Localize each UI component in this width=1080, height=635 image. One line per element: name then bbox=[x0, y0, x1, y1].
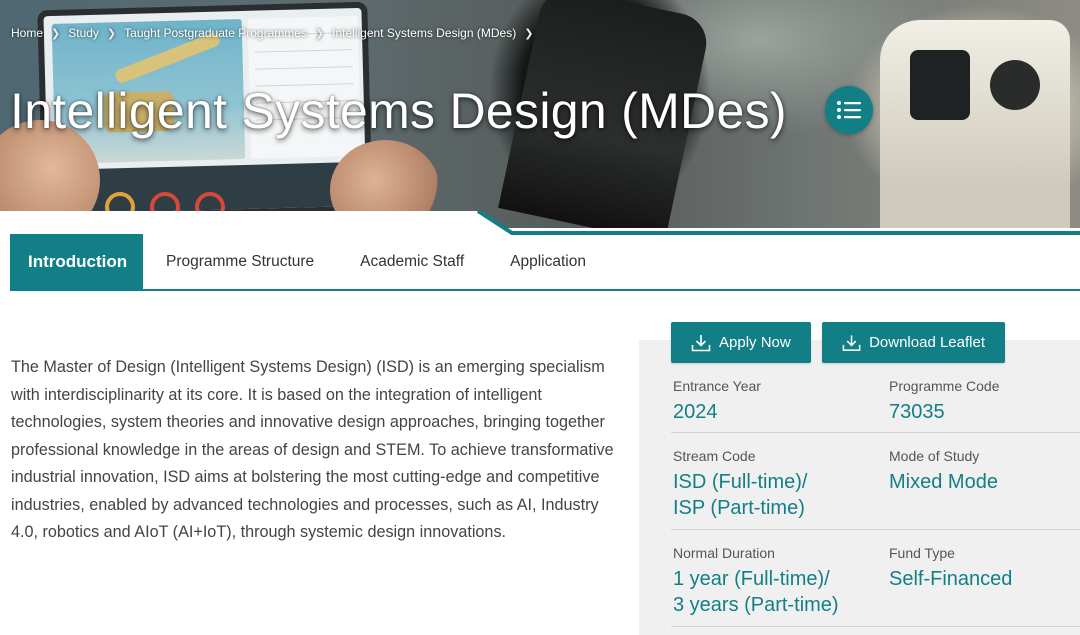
normal-duration: Normal Duration 1 year (Full-time)/ 3 ye… bbox=[673, 544, 839, 618]
stream-code-value-line2: ISP (Part-time) bbox=[673, 497, 805, 519]
breadcrumb-home[interactable]: Home bbox=[11, 26, 43, 40]
entrance-year-value: 2024 bbox=[673, 401, 718, 423]
breadcrumb: Home ❯ Study ❯ Taught Postgraduate Progr… bbox=[11, 26, 541, 40]
normal-duration-label: Normal Duration bbox=[673, 545, 775, 561]
normal-duration-value-line2: 3 years (Part-time) bbox=[673, 594, 839, 616]
programme-code-label: Programme Code bbox=[889, 378, 1000, 394]
fund-type-value: Self-Financed bbox=[889, 568, 1013, 590]
programme-tabs: Introduction Programme Structure Academi… bbox=[10, 234, 1080, 291]
mode-of-study: Mode of Study Mixed Mode bbox=[889, 447, 998, 495]
download-leaflet-button[interactable]: Download Leaflet bbox=[822, 322, 1005, 363]
entrance-year-label: Entrance Year bbox=[673, 378, 761, 394]
apply-now-button[interactable]: Apply Now bbox=[671, 322, 811, 363]
download-icon bbox=[842, 334, 861, 351]
chevron-right-icon: ❯ bbox=[51, 27, 61, 40]
breadcrumb-current[interactable]: Intelligent Systems Design (MDes) bbox=[332, 26, 516, 40]
apply-now-label: Apply Now bbox=[719, 334, 791, 351]
programme-code: Programme Code 73035 bbox=[889, 377, 1000, 425]
hero-robot-image bbox=[880, 20, 1070, 228]
fund-type-label: Fund Type bbox=[889, 545, 955, 561]
stream-code: Stream Code ISD (Full-time)/ ISP (Part-t… bbox=[673, 447, 807, 521]
programme-code-value: 73035 bbox=[889, 401, 945, 423]
stream-code-value-line1: ISD (Full-time)/ bbox=[673, 471, 808, 493]
mode-of-study-label: Mode of Study bbox=[889, 448, 980, 464]
info-divider bbox=[671, 432, 1080, 433]
mode-of-study-value: Mixed Mode bbox=[889, 471, 998, 493]
programme-introduction-text: The Master of Design (Intelligent System… bbox=[11, 358, 614, 541]
breadcrumb-tpg[interactable]: Taught Postgraduate Programmes bbox=[124, 26, 307, 40]
fund-type: Fund Type Self-Financed bbox=[889, 544, 1012, 592]
tab-introduction[interactable]: Introduction bbox=[10, 234, 143, 289]
normal-duration-value-line1: 1 year (Full-time)/ bbox=[673, 568, 830, 590]
tab-application[interactable]: Application bbox=[487, 234, 609, 289]
entrance-year: Entrance Year 2024 bbox=[673, 377, 761, 425]
page-title: Intelligent Systems Design (MDes) bbox=[10, 83, 787, 139]
chevron-right-icon: ❯ bbox=[314, 27, 325, 40]
list-icon bbox=[837, 101, 861, 119]
info-divider bbox=[671, 529, 1080, 530]
stream-code-label: Stream Code bbox=[673, 448, 756, 464]
download-icon bbox=[691, 334, 711, 351]
chevron-right-icon: ❯ bbox=[106, 27, 117, 40]
action-buttons: Apply Now Download Leaflet bbox=[671, 322, 1005, 363]
tab-academic-staff[interactable]: Academic Staff bbox=[337, 234, 487, 289]
hero-banner: Home ❯ Study ❯ Taught Postgraduate Progr… bbox=[0, 0, 1080, 228]
breadcrumb-study[interactable]: Study bbox=[68, 26, 99, 40]
chevron-right-icon: ❯ bbox=[524, 27, 534, 40]
tab-programme-structure[interactable]: Programme Structure bbox=[143, 234, 337, 289]
download-leaflet-label: Download Leaflet bbox=[869, 334, 985, 351]
info-divider bbox=[671, 626, 1080, 627]
list-menu-button[interactable] bbox=[825, 86, 873, 134]
